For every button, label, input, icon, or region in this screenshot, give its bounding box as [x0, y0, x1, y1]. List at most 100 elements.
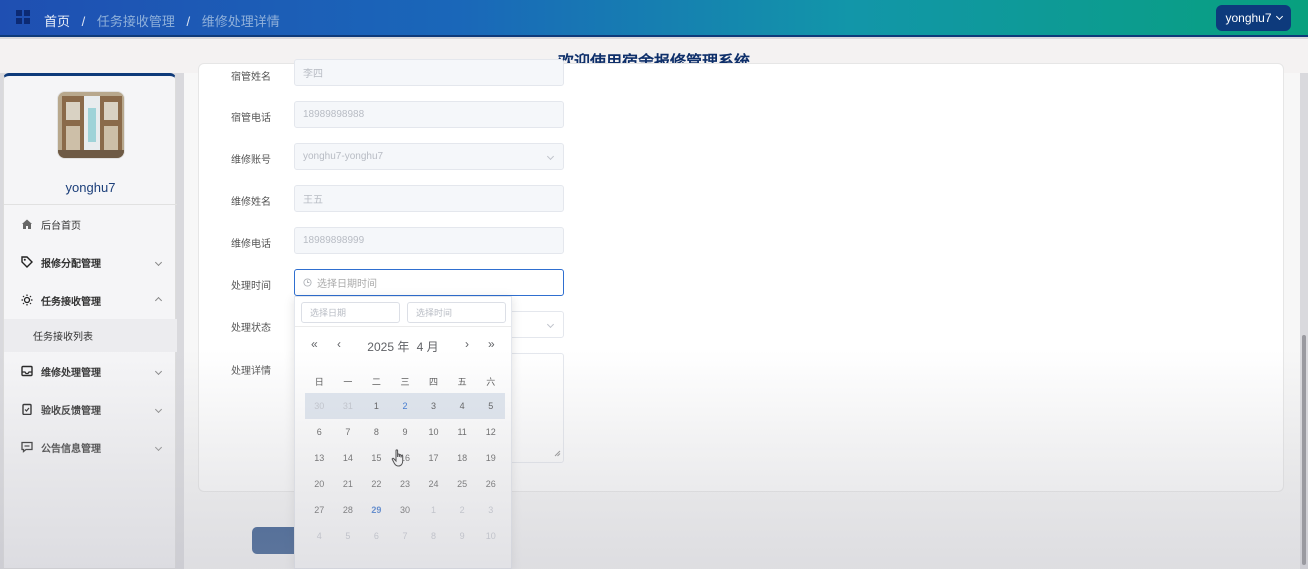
picker-month-label[interactable]: 4 月 — [417, 340, 439, 354]
calendar-day[interactable]: 31 — [333, 393, 363, 419]
breadcrumb-home[interactable]: 首页 — [44, 14, 70, 29]
calendar-day[interactable]: 10 — [419, 419, 448, 445]
chevron-down-icon — [1275, 12, 1283, 21]
calendar-day[interactable]: 12 — [476, 419, 505, 445]
chevron-down-icon — [545, 319, 555, 330]
calendar-day[interactable]: 4 — [305, 523, 334, 549]
dorm-manager-phone-field: 18989898988 — [294, 101, 564, 128]
chevron-down-icon — [153, 404, 163, 415]
label-dorm-manager-name: 宿管姓名 — [231, 72, 271, 83]
sidebar-item-repair-assignment[interactable]: 报修分配管理 — [4, 243, 177, 281]
label-process-detail: 处理详情 — [231, 366, 271, 377]
sidebar-item-announcement[interactable]: 公告信息管理 — [4, 428, 177, 466]
calendar-day[interactable]: 27 — [305, 497, 334, 523]
menu-grid-icon[interactable] — [16, 10, 31, 25]
calendar-day[interactable]: 2 — [390, 393, 420, 419]
label-repair-account: 维修账号 — [231, 155, 271, 166]
calendar-day[interactable]: 29 — [362, 497, 391, 523]
picker-year-label[interactable]: 2025 年 — [367, 340, 409, 354]
calendar-day[interactable]: 3 — [476, 497, 505, 523]
calendar-day[interactable]: 13 — [305, 445, 334, 471]
calendar-days: 30 31 1 2 3 4 5 6 7 8 9 10 11 12 13 14 15 16 17 18 19 20 21 22 2… — [305, 393, 505, 549]
sidebar-item-label: 验收反馈管理 — [41, 405, 101, 417]
calendar-day[interactable]: 9 — [448, 523, 477, 549]
weekday-label: 二 — [371, 377, 381, 387]
calendar-day[interactable]: 9 — [391, 419, 420, 445]
calendar-day[interactable]: 5 — [334, 523, 363, 549]
next-year-button[interactable]: » — [488, 337, 495, 351]
calendar-day[interactable]: 10 — [476, 523, 505, 549]
datetime-picker-popup: 选择日期 选择时间 « ‹ 2025 年 4 月 › » 日一二三四五六 30 3… — [294, 296, 512, 569]
calendar-day[interactable]: 8 — [362, 419, 391, 445]
calendar-day[interactable]: 5 — [476, 393, 505, 419]
sidebar-item-home[interactable]: 后台首页 — [4, 205, 177, 243]
sidebar-item-repair-process[interactable]: 维修处理管理 — [4, 352, 177, 390]
breadcrumb-separator: / — [81, 14, 86, 29]
picker-month-title: 2025 年 4 月 — [295, 338, 511, 355]
process-time-placeholder: 选择日期时间 — [317, 279, 377, 290]
chevron-down-icon — [545, 151, 555, 162]
calendar-day[interactable]: 1 — [362, 393, 391, 419]
calendar-day[interactable]: 14 — [334, 445, 363, 471]
process-time-input[interactable]: 选择日期时间 — [294, 269, 564, 296]
repair-phone-field: 18989898999 — [294, 227, 564, 254]
sidebar-item-label: 任务接收管理 — [41, 296, 101, 308]
sidebar-item-label: 维修处理管理 — [41, 367, 101, 379]
calendar-day[interactable]: 21 — [334, 471, 363, 497]
weekday-label: 五 — [457, 377, 467, 387]
breadcrumb-task-management[interactable]: 任务接收管理 — [97, 14, 175, 29]
calendar-day[interactable]: 19 — [476, 445, 505, 471]
calendar-day[interactable]: 4 — [447, 393, 477, 419]
sidebar-item-acceptance-feedback[interactable]: 验收反馈管理 — [4, 390, 177, 428]
calendar-day[interactable]: 3 — [419, 393, 448, 419]
avatar — [57, 91, 125, 159]
label-repair-phone: 维修电话 — [231, 239, 271, 250]
calendar-day[interactable]: 26 — [476, 471, 505, 497]
calendar-day[interactable]: 18 — [448, 445, 477, 471]
calendar-day[interactable]: 28 — [334, 497, 363, 523]
user-menu-button[interactable]: yonghu7 — [1216, 5, 1291, 31]
weekday-label: 一 — [343, 377, 353, 387]
calendar-day[interactable]: 7 — [334, 419, 363, 445]
sidebar-item-label: 公告信息管理 — [41, 443, 101, 455]
resize-handle-icon[interactable] — [554, 446, 561, 460]
calendar-day[interactable]: 23 — [391, 471, 420, 497]
sidebar-item-task-receive[interactable]: 任务接收管理 — [4, 281, 177, 319]
calendar-day[interactable]: 6 — [305, 419, 334, 445]
calendar-day[interactable]: 30 — [391, 497, 420, 523]
calendar-day[interactable]: 17 — [419, 445, 448, 471]
calendar-day[interactable]: 24 — [419, 471, 448, 497]
next-month-button[interactable]: › — [465, 337, 469, 351]
calendar-day[interactable]: 30 — [305, 393, 334, 419]
sun-icon — [20, 293, 34, 307]
repair-name-field: 王五 — [294, 185, 564, 212]
field-value: 王五 — [303, 195, 323, 206]
calendar-day[interactable]: 7 — [391, 523, 420, 549]
tag-icon — [20, 255, 34, 269]
field-value: 李四 — [303, 69, 323, 80]
sidebar-menu: 后台首页 报修分配管理 任务接收管理 任务接收列表 维修处理管理 验收反馈管理 … — [4, 204, 177, 466]
picker-inputs: 选择日期 选择时间 — [295, 297, 511, 327]
weekday-label: 三 — [400, 377, 410, 387]
chevron-down-icon — [153, 257, 163, 268]
field-value: yonghu7-yonghu7 — [303, 151, 384, 162]
page-scrollbar[interactable] — [1302, 335, 1306, 565]
inbox-icon — [20, 364, 34, 378]
clock-icon — [303, 278, 312, 287]
calendar-day[interactable]: 6 — [362, 523, 391, 549]
field-value: 18989898999 — [303, 235, 365, 246]
calendar-day[interactable]: 25 — [448, 471, 477, 497]
calendar-day[interactable]: 20 — [305, 471, 334, 497]
chevron-down-icon — [153, 442, 163, 453]
sidebar-item-label: 报修分配管理 — [41, 258, 101, 270]
calendar-day[interactable]: 15 — [362, 445, 391, 471]
picker-time-input[interactable]: 选择时间 — [407, 302, 506, 323]
sidebar-subitem-task-list[interactable]: 任务接收列表 — [4, 319, 177, 352]
calendar-day[interactable]: 2 — [448, 497, 477, 523]
calendar-day[interactable]: 11 — [448, 419, 477, 445]
calendar-day[interactable]: 1 — [419, 497, 448, 523]
calendar-day[interactable]: 22 — [362, 471, 391, 497]
calendar-day[interactable]: 8 — [419, 523, 448, 549]
picker-date-input[interactable]: 选择日期 — [301, 302, 400, 323]
avatar-image — [58, 92, 124, 158]
